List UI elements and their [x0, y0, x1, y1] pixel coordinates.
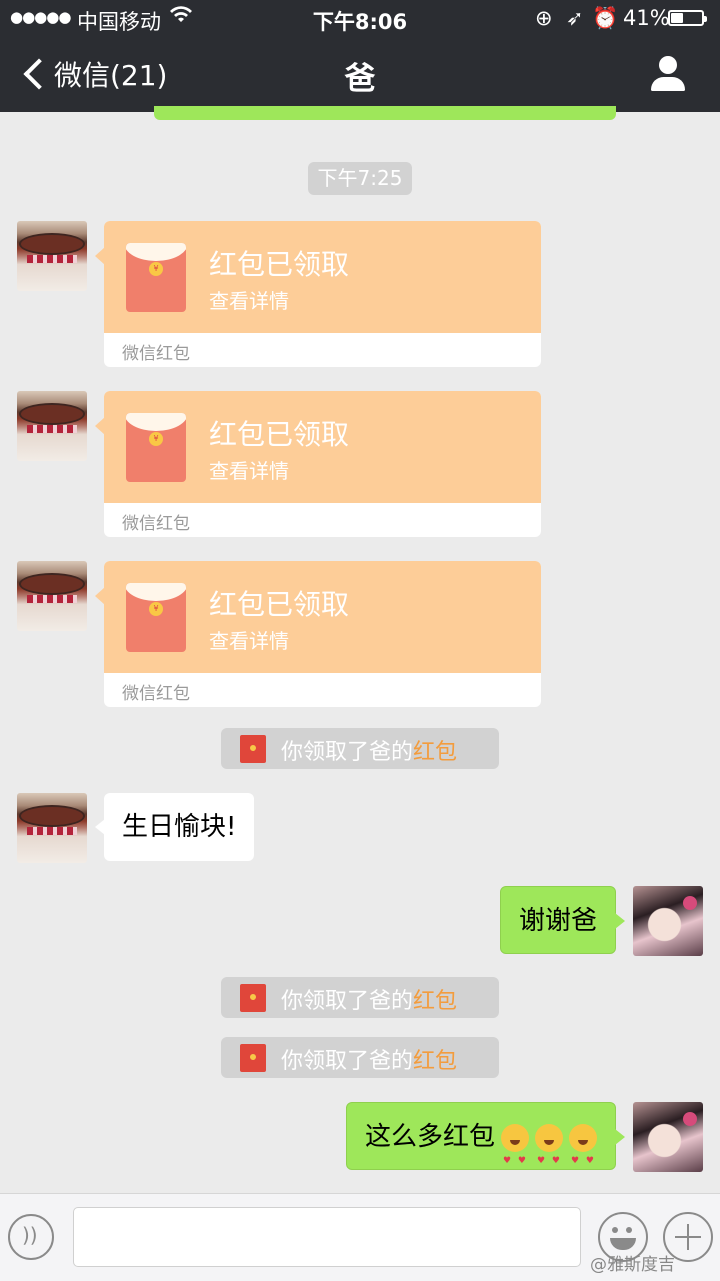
message-input[interactable]: [73, 1207, 581, 1267]
message-bubble-sent[interactable]: 谢谢爸: [499, 886, 626, 954]
red-packet-card[interactable]: ¥ 红包已领取 查看详情 微信红包: [95, 221, 541, 367]
my-avatar[interactable]: [633, 1102, 703, 1172]
person-icon: [659, 56, 677, 74]
red-packet-subtitle: 查看详情: [209, 459, 289, 483]
message-text: 这么多红包: [364, 1122, 495, 1152]
contact-avatar[interactable]: [17, 793, 87, 863]
red-packet-icon: [240, 984, 266, 1012]
alarm-icon: ⏰: [592, 6, 619, 30]
contact-profile-button[interactable]: [648, 54, 688, 94]
red-packet-title: 红包已领取: [209, 248, 350, 281]
back-label: 微信(21): [54, 59, 168, 92]
system-notice: 你领取了爸的红包: [221, 728, 499, 769]
red-packet-card[interactable]: ¥ 红包已领取 查看详情 微信红包: [95, 391, 541, 537]
contact-avatar[interactable]: [17, 221, 87, 291]
contact-avatar[interactable]: [17, 391, 87, 461]
location-icon: ➶: [566, 6, 584, 30]
back-button[interactable]: 微信(21): [20, 54, 167, 94]
red-packet-subtitle: 查看详情: [209, 629, 289, 653]
voice-icon: )): [22, 1223, 38, 1247]
red-packet-icon: [240, 1044, 266, 1072]
red-packet-footer: 微信红包: [122, 344, 190, 364]
red-packet-link[interactable]: 红包: [413, 989, 457, 1014]
message-bubble-sent[interactable]: 这么多红包: [345, 1102, 626, 1195]
system-notice: 你领取了爸的红包: [221, 977, 499, 1018]
status-bar: ●●●●● 中国移动 下午8:06 ⊕ ➶ ⏰ 41%: [0, 0, 720, 36]
contact-avatar[interactable]: [17, 561, 87, 631]
red-packet-link[interactable]: 红包: [413, 1049, 457, 1074]
message-bubble-received[interactable]: 生日愉块!: [94, 793, 255, 861]
red-packet-title: 红包已领取: [209, 418, 350, 451]
bubble-tail: [95, 247, 105, 265]
battery-percent: 41%: [623, 6, 670, 30]
bubble-tail: [95, 417, 105, 435]
voice-input-button[interactable]: )): [8, 1214, 54, 1260]
heart-eyes-emoji-icon: [535, 1123, 563, 1195]
red-envelope-icon: ¥: [126, 243, 186, 312]
bubble-tail: [95, 587, 105, 605]
red-envelope-icon: ¥: [126, 583, 186, 652]
nav-bar: 微信(21) 爸: [0, 36, 720, 112]
system-notice-text: 你领取了爸的: [281, 989, 414, 1014]
watermark: @雅斯度吉: [590, 1255, 675, 1275]
red-packet-icon: [240, 735, 266, 763]
heart-eyes-emoji-icon: [569, 1123, 597, 1195]
red-packet-footer: 微信红包: [122, 514, 190, 534]
system-notice: 你领取了爸的红包: [221, 1037, 499, 1078]
previous-message-bubble[interactable]: [154, 106, 616, 120]
system-notice-text: 你领取了爸的: [281, 1049, 414, 1074]
person-icon-body: [651, 77, 685, 91]
red-packet-subtitle: 查看详情: [209, 289, 289, 313]
red-packet-footer: 微信红包: [122, 684, 190, 704]
my-avatar[interactable]: [633, 886, 703, 956]
red-packet-card[interactable]: ¥ 红包已领取 查看详情 微信红包: [95, 561, 541, 707]
time-divider: 下午7:25: [308, 162, 412, 195]
red-envelope-icon: ¥: [126, 413, 186, 482]
red-packet-link[interactable]: 红包: [413, 740, 457, 765]
rotation-lock-icon: ⊕: [535, 6, 553, 30]
heart-eyes-emoji-icon: [501, 1123, 529, 1195]
system-notice-text: 你领取了爸的: [281, 740, 414, 765]
battery-icon: [668, 10, 707, 26]
chevron-left-icon: [23, 58, 55, 90]
red-packet-title: 红包已领取: [209, 588, 350, 621]
